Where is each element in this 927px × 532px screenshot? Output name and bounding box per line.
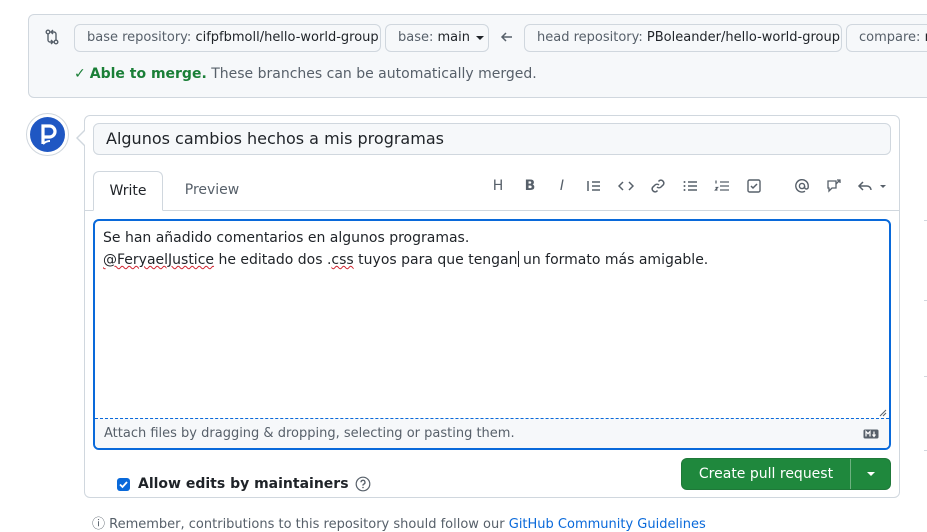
markdown-icon — [863, 429, 879, 439]
head-repository-prefix: head repository: — [537, 30, 643, 45]
guidelines-note: ⓘ Remember, contributions to this reposi… — [92, 517, 706, 532]
checkmark-icon — [119, 481, 128, 489]
compare-branch-prefix: compare: — [859, 30, 921, 45]
base-repository-prefix: base repository: — [87, 30, 192, 45]
check-icon: ✓ — [74, 66, 86, 82]
ordered-list-button[interactable] — [711, 176, 733, 196]
cross-reference-icon — [827, 179, 841, 193]
attach-files-bar[interactable]: Attach files by dragging & dropping, sel… — [95, 418, 889, 448]
chevron-down-icon — [476, 35, 484, 40]
arrow-left-icon — [500, 32, 512, 42]
attach-files-text: Attach files by dragging & dropping, sel… — [104, 426, 515, 441]
head-repository-value: PBoleander/hello-world-group — [646, 30, 840, 45]
resize-grip-icon[interactable] — [879, 409, 887, 417]
tab-write[interactable]: Write — [93, 171, 163, 211]
base-repository-value: cifpfbmoll/hello-world-group — [195, 30, 379, 45]
quote-button[interactable] — [583, 176, 605, 196]
description-textarea[interactable]: Se han añadido comentarios en algunos pr… — [93, 219, 891, 450]
mention-text: @FeryaelJustice — [103, 252, 215, 268]
chevron-down-icon — [867, 472, 875, 476]
question-icon[interactable] — [355, 476, 371, 492]
guidelines-link[interactable]: GitHub Community Guidelines — [509, 517, 706, 532]
heading-button[interactable]: H — [487, 176, 509, 196]
base-branch-prefix: base: — [398, 30, 434, 45]
create-pull-request-button[interactable]: Create pull request — [682, 459, 850, 489]
reply-icon — [857, 181, 886, 191]
link-icon — [651, 179, 665, 193]
task-list-button[interactable] — [743, 176, 765, 196]
merge-ok-label: Able to merge. — [89, 66, 207, 82]
description-line-2: @FeryaelJustice he editado dos .css tuyo… — [103, 251, 709, 268]
create-pull-request-group: Create pull request — [681, 458, 891, 490]
link-button[interactable] — [647, 176, 669, 196]
head-repository-select[interactable]: head repository: PBoleander/hello-world-… — [524, 24, 842, 52]
mention-button[interactable] — [791, 176, 813, 196]
base-repository-select[interactable]: base repository: cifpfbmoll/hello-world-… — [74, 24, 381, 52]
avatar-logo-icon — [41, 124, 57, 145]
cross-reference-button[interactable] — [823, 176, 845, 196]
ordered-list-icon — [714, 180, 729, 191]
merge-status: ✓ Able to merge. These branches can be au… — [74, 66, 537, 82]
description-line-1: Se han añadido comentarios en algunos pr… — [103, 230, 470, 246]
undo-menu-button[interactable] — [856, 176, 888, 196]
title-input[interactable]: Algunos cambios hechos a mis programas — [93, 123, 891, 155]
italic-button[interactable]: I — [551, 176, 573, 196]
unordered-list-button[interactable] — [679, 176, 701, 196]
base-branch-select[interactable]: base: main — [385, 24, 489, 52]
allow-edits-label: Allow edits by maintainers — [138, 476, 349, 492]
base-branch-value: main — [437, 30, 470, 45]
task-list-icon — [747, 179, 761, 193]
mention-icon — [795, 178, 809, 193]
allow-edits-checkbox[interactable] — [117, 478, 130, 491]
git-compare-icon — [45, 29, 59, 45]
tab-preview[interactable]: Preview — [170, 171, 254, 211]
quote-icon — [587, 181, 600, 191]
merge-message: These branches can be automatically merg… — [211, 66, 537, 82]
code-icon — [618, 181, 634, 191]
unordered-list-icon — [683, 181, 697, 191]
create-options-dropdown[interactable] — [851, 459, 890, 489]
bold-button[interactable]: B — [519, 176, 541, 196]
code-button[interactable] — [615, 176, 637, 196]
compare-branch-select[interactable]: compare: m — [846, 24, 927, 52]
info-icon: ⓘ — [92, 517, 106, 532]
avatar[interactable] — [26, 113, 69, 156]
